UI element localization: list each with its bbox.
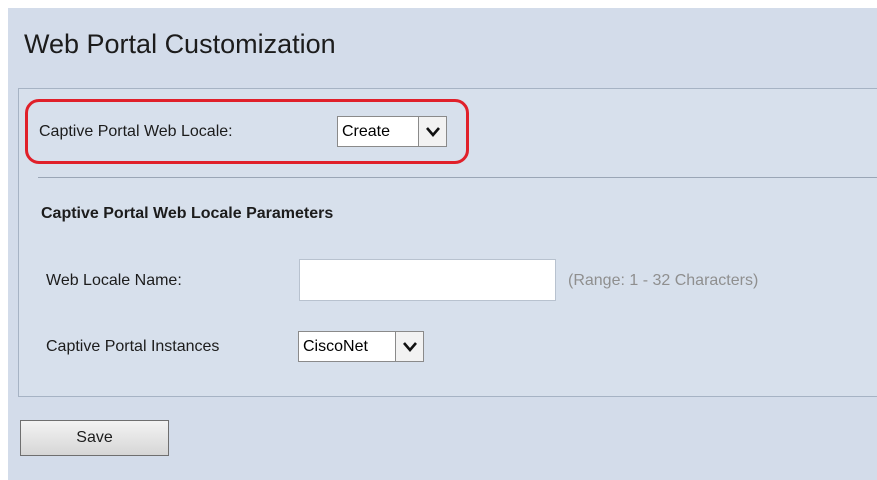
portal-instances-label: Captive Portal Instances — [46, 338, 220, 355]
web-locale-select-value: Create — [342, 123, 391, 140]
chevron-down-icon[interactable] — [395, 332, 423, 361]
range-hint: (Range: 1 - 32 Characters) — [568, 272, 759, 289]
web-locale-select[interactable]: Create — [337, 116, 447, 147]
web-locale-name-input[interactable] — [299, 259, 556, 301]
web-locale-label: Captive Portal Web Locale: — [39, 123, 233, 140]
page-title: Web Portal Customization — [24, 29, 336, 59]
section-divider — [38, 177, 877, 178]
section-heading: Captive Portal Web Locale Parameters — [41, 205, 334, 222]
save-button[interactable]: Save — [20, 420, 169, 456]
portal-instances-select[interactable]: CiscoNet — [298, 331, 424, 362]
chevron-down-icon[interactable] — [418, 117, 446, 146]
web-locale-name-label: Web Locale Name: — [46, 272, 182, 289]
portal-instances-select-value: CiscoNet — [303, 338, 368, 355]
